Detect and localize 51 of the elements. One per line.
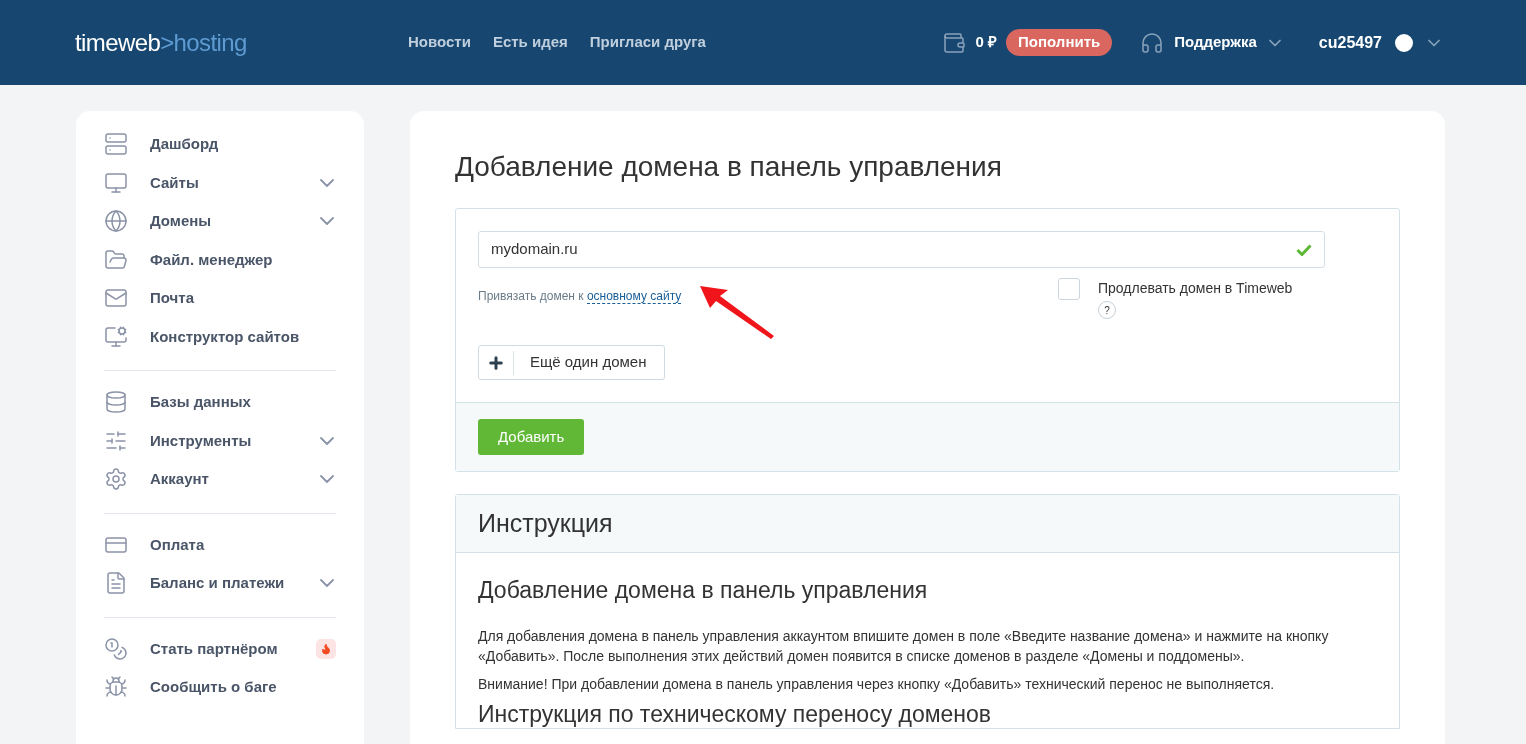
headphones-icon — [1140, 30, 1165, 55]
section-heading: Добавление домена в панель управления — [478, 576, 929, 605]
chevron-down-icon — [320, 579, 334, 588]
sidebar-item[interactable]: Аккаунт — [104, 460, 336, 499]
document-icon — [104, 571, 128, 596]
database-icon — [104, 390, 128, 415]
server-icon — [104, 132, 128, 157]
sidebar-item[interactable]: Оплата — [104, 525, 336, 564]
folder-icon — [104, 247, 128, 272]
globe-icon — [104, 209, 128, 234]
settings-icon — [104, 467, 128, 492]
support-menu[interactable]: Поддержка — [1174, 31, 1285, 54]
page-title: Добавление домена в панель управления — [455, 150, 1003, 184]
balance: 0 ₽ — [975, 32, 998, 53]
sidebar-item[interactable]: Почта — [104, 279, 336, 318]
sidebar-item[interactable]: Домены — [104, 202, 336, 241]
section-heading: Инструкция по техническому переносу доменов — [478, 699, 993, 728]
domain-field[interactable]: mydomain.ru — [478, 231, 1325, 268]
coins-icon — [104, 636, 128, 661]
username: cu25497 — [1318, 32, 1382, 53]
sidebar-item[interactable]: Сообщить о баге — [104, 668, 336, 707]
chevron-down-icon — [320, 178, 334, 187]
sliders-icon — [104, 428, 128, 453]
monitor-icon — [104, 170, 128, 195]
sidebar-item[interactable]: Стать партнёром — [104, 629, 336, 668]
nav-link[interactable]: Есть идея — [492, 31, 568, 54]
add-domain-button[interactable]: Ещё один домен — [478, 345, 666, 380]
sidebar-item[interactable]: Дашборд — [104, 125, 336, 164]
instruction-title: Инструкция — [478, 507, 613, 539]
plus-icon — [487, 353, 505, 372]
main-site-link[interactable]: основному сайту — [586, 289, 682, 304]
sidebar-item[interactable]: Базы данных — [104, 383, 336, 422]
renew-label: Продлевать домен в Timeweb — [1098, 279, 1293, 298]
bug-icon — [104, 675, 128, 700]
paragraph: Внимание! При добавлении домена в панель управления через кнопку «Добавить» технический перенос не выполняется. — [478, 674, 1276, 694]
sidebar-item[interactable]: Инструменты — [104, 421, 336, 460]
sidebar-item[interactable]: Файл. менеджер — [104, 240, 336, 279]
logo[interactable]: timeweb>hosting — [75, 24, 375, 61]
nav-link[interactable]: Новости — [408, 31, 471, 54]
bind-hint: Привязать домен к основному сайту — [478, 288, 683, 305]
paragraph: Для добавления домена в панель управления аккаунтом впишите домен в поле «Введите название домена» и нажмите на кнопку «Добавить». После выполнения этих действий домен появится в списке доменов в разделе «Домены и поддомены». — [478, 626, 1330, 666]
sidebar-item[interactable]: Баланс и платежи — [104, 564, 336, 603]
chevron-down-icon — [320, 436, 334, 445]
nav-link[interactable]: Пригласи друга — [589, 31, 706, 54]
monitor-icon — [104, 324, 128, 349]
chevron-down-icon — [320, 475, 334, 484]
renew-checkbox[interactable] — [1058, 278, 1080, 300]
wallet-icon — [941, 30, 966, 55]
sidebar-item[interactable]: Конструктор сайтов — [104, 317, 336, 356]
chevron-down-icon — [320, 217, 334, 226]
sidebar-item[interactable]: Сайты — [104, 163, 336, 202]
